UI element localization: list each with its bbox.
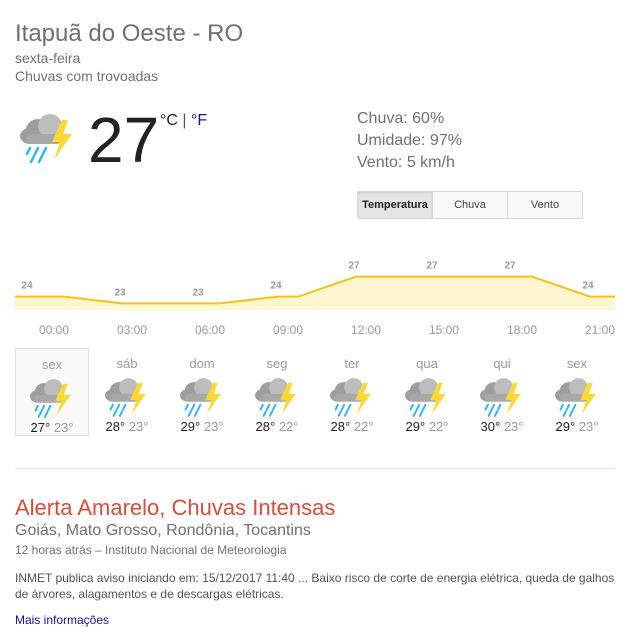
forecast-day-name: sex xyxy=(41,357,63,372)
chart-data-label: 24 xyxy=(21,281,33,292)
forecast-high: 29° xyxy=(180,419,201,434)
unit-celsius[interactable]: °C xyxy=(160,112,178,129)
day-name: sexta-feira xyxy=(15,50,81,66)
current-temperature: 27 xyxy=(88,104,160,176)
chart-x-tick: 03:00 xyxy=(117,323,147,337)
forecast-high: 30° xyxy=(480,419,501,434)
forecast-high: 28° xyxy=(255,419,276,434)
chart-data-label: 24 xyxy=(270,281,282,292)
chart-x-tick: 06:00 xyxy=(195,323,225,337)
thunderstorm-rain-icon xyxy=(553,375,601,417)
forecast-temps: 28° 22° xyxy=(240,419,314,434)
forecast-day[interactable]: sáb 28° 23° xyxy=(90,348,164,436)
forecast-low: 23° xyxy=(128,419,149,434)
thunderstorm-rain-icon xyxy=(328,375,376,417)
forecast-day[interactable]: qua 29° 22° xyxy=(390,348,464,436)
forecast-day[interactable]: seg 28° 22° xyxy=(240,348,314,436)
forecast-low: 22° xyxy=(278,419,299,434)
temperature-chart: 24 00:00 23 03:00 23 06:00 24 09:00 27 12:00 27 15:… xyxy=(15,261,615,337)
chart-data-label: 27 xyxy=(426,261,438,272)
thunderstorm-rain-icon xyxy=(178,375,226,417)
chart-area xyxy=(15,276,615,310)
thunderstorm-rain-icon xyxy=(103,375,151,417)
forecast-low: 22° xyxy=(428,419,449,434)
chart-x-tick: 00:00 xyxy=(39,323,69,337)
tab-temperatura[interactable]: Temperatura xyxy=(358,192,433,218)
chart-data-label: 24 xyxy=(582,281,594,292)
divider xyxy=(15,468,615,469)
forecast-low: 22° xyxy=(353,419,374,434)
unit-fahrenheit[interactable]: °F xyxy=(191,112,207,129)
forecast-low: 23° xyxy=(578,419,599,434)
forecast-day-name: ter xyxy=(344,356,360,371)
wind-stat: Vento: 5 km/h xyxy=(357,154,455,171)
forecast-temps: 28° 23° xyxy=(90,419,164,434)
forecast-day-name: dom xyxy=(189,356,215,371)
forecast-day-name: seg xyxy=(266,356,288,371)
unit-toggle: °C | °F xyxy=(160,112,207,130)
thunderstorm-rain-icon xyxy=(28,376,76,418)
chart-x-tick: 12:00 xyxy=(351,323,381,337)
condition-text: Chuvas com trovoadas xyxy=(15,68,159,84)
forecast-high: 28° xyxy=(105,419,126,434)
forecast-day-name: sex xyxy=(566,356,588,371)
forecast-temps: 30° 23° xyxy=(465,419,539,434)
more-info-link[interactable]: Mais informações xyxy=(15,613,109,627)
forecast-temps: 27° 23° xyxy=(16,420,88,435)
chart-data-label: 27 xyxy=(348,261,360,272)
location-title: Itapuã do Oeste - RO xyxy=(15,20,244,47)
thunderstorm-rain-icon xyxy=(478,375,526,417)
forecast-day-name: sáb xyxy=(116,356,138,371)
forecast-high: 28° xyxy=(330,419,351,434)
chart-data-label: 23 xyxy=(192,287,204,298)
alert-title[interactable]: Alerta Amarelo, Chuvas Intensas xyxy=(15,495,335,521)
forecast-temps: 29° 22° xyxy=(390,419,464,434)
forecast-day[interactable]: qui 30° 23° xyxy=(465,348,539,436)
forecast-high: 29° xyxy=(555,419,576,434)
chart-tabs: Temperatura Chuva Vento xyxy=(357,191,583,219)
forecast-high: 29° xyxy=(405,419,426,434)
tab-vento[interactable]: Vento xyxy=(508,192,582,218)
forecast-day[interactable]: ter 28° 22° xyxy=(315,348,389,436)
alert-meta: 12 horas atrás – Instituto Nacional de M… xyxy=(15,543,287,557)
humidity-stat: Umidade: 97% xyxy=(357,132,462,149)
forecast-day-name: qua xyxy=(416,356,438,371)
unit-separator: | xyxy=(182,112,187,129)
thunderstorm-rain-icon xyxy=(20,114,72,164)
chart-x-tick: 21:00 xyxy=(585,323,615,337)
forecast-low: 23° xyxy=(203,419,224,434)
forecast-day-name: qui xyxy=(493,356,511,371)
forecast-temps: 29° 23° xyxy=(540,419,614,434)
rain-stat: Chuva: 60% xyxy=(357,110,445,127)
chart-x-tick: 18:00 xyxy=(507,323,537,337)
chart-x-tick: 15:00 xyxy=(429,323,459,337)
chart-data-label: 27 xyxy=(504,261,516,272)
thunderstorm-rain-icon xyxy=(253,375,301,417)
tab-chuva[interactable]: Chuva xyxy=(433,192,508,218)
forecast-temps: 29° 23° xyxy=(165,419,239,434)
chart-x-tick: 09:00 xyxy=(273,323,303,337)
forecast-day[interactable]: sex 27° 23° xyxy=(15,348,89,436)
thunderstorm-rain-icon xyxy=(403,375,451,417)
forecast-low: 23° xyxy=(503,419,524,434)
alert-body: INMET publica aviso iniciando em: 15/12/… xyxy=(15,571,615,601)
forecast-day[interactable]: dom 29° 23° xyxy=(165,348,239,436)
forecast-day[interactable]: sex 29° 23° xyxy=(540,348,614,436)
forecast-low: 23° xyxy=(53,420,74,435)
alert-regions: Goiás, Mato Grosso, Rondônia, Tocantins xyxy=(15,522,311,539)
forecast-temps: 28° 22° xyxy=(315,419,389,434)
chart-data-label: 23 xyxy=(114,287,126,298)
forecast-high: 27° xyxy=(30,420,51,435)
